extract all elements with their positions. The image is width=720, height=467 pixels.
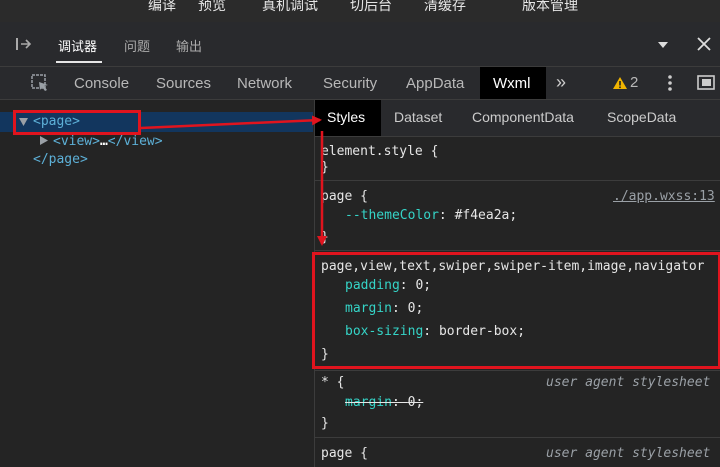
annotation-arrows [140, 115, 327, 246]
arrow-to-styles-tab [140, 115, 322, 130]
